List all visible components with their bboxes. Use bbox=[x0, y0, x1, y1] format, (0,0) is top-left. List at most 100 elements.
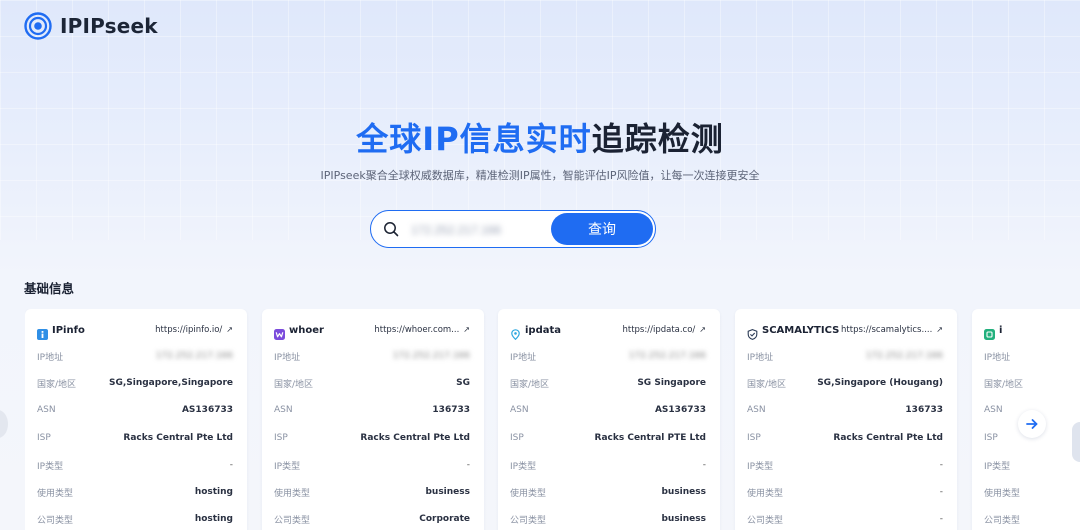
card-external-link[interactable]: https://whoer.com... ↗ bbox=[374, 325, 470, 335]
logo[interactable]: IPIPseek bbox=[24, 12, 158, 40]
hero-title: 全球IP信息实时追踪检测 bbox=[0, 114, 1080, 160]
value-country: SG,Singapore,Singapore bbox=[108, 378, 233, 388]
value-ip-type: - bbox=[229, 460, 233, 470]
label-asn: ASN bbox=[510, 405, 529, 415]
card-ipdata: ipdata https://ipdata.co/↗ IP地址 172.252.2… bbox=[498, 309, 720, 530]
card-external-link[interactable]: https://ipdata.co/↗ bbox=[622, 325, 706, 335]
hero-title-part1: 全球IP信息 bbox=[356, 120, 526, 158]
search-icon bbox=[384, 222, 399, 237]
label-isp: ISP bbox=[747, 433, 761, 443]
arrow-right-icon bbox=[1026, 419, 1038, 429]
hero-title-part3: 追踪检测 bbox=[591, 120, 724, 158]
card-whoer: whoer https://whoer.com... ↗ IP地址 172.252.… bbox=[262, 309, 484, 530]
card-brand-name: whoer bbox=[289, 324, 324, 336]
label-ip-type: IP类型 bbox=[37, 461, 64, 472]
value-asn: 136733 bbox=[432, 405, 470, 415]
external-link-icon: ↗ bbox=[936, 325, 943, 334]
carousel-prev-button[interactable] bbox=[0, 410, 8, 438]
value-country: SG Singapore bbox=[637, 378, 706, 388]
card-brand-name: IPinfo bbox=[52, 324, 85, 336]
logo-mark-icon bbox=[24, 12, 52, 40]
label-ip: IP地址 bbox=[37, 352, 64, 363]
value-company-type: Corporate bbox=[419, 514, 470, 524]
value-asn: AS136733 bbox=[181, 405, 233, 415]
label-company-type: 公司类型 bbox=[984, 515, 1021, 526]
label-country: 国家/地区 bbox=[37, 379, 77, 390]
value-isp: Racks Central Pte Ltd bbox=[360, 433, 470, 443]
card-external-link[interactable]: https://ipinfo.io/↗ bbox=[155, 325, 233, 335]
value-ip-type: - bbox=[702, 460, 706, 470]
label-asn: ASN bbox=[37, 405, 56, 415]
value-ip: 172.252.217.166 bbox=[392, 351, 470, 361]
label-usage-type: 使用类型 bbox=[510, 488, 547, 499]
card-link-text: https://ipinfo.io/ bbox=[155, 325, 223, 335]
hero-title-part2: 实时 bbox=[525, 120, 592, 158]
search-box: 查询 bbox=[370, 210, 656, 248]
card-external-link[interactable]: https://scamalytics.... ↗ bbox=[841, 325, 943, 335]
carousel-next-button[interactable] bbox=[1018, 410, 1046, 438]
label-company-type: 公司类型 bbox=[274, 515, 311, 526]
label-usage-type: 使用类型 bbox=[984, 488, 1021, 499]
scroll-edge-handle bbox=[1072, 422, 1080, 462]
card-brand-name: SCAMALYTICS bbox=[762, 324, 840, 336]
value-ip: 172.252.217.166 bbox=[628, 351, 706, 361]
label-usage-type: 使用类型 bbox=[747, 488, 784, 499]
value-ip: 172.252.217.166 bbox=[865, 351, 943, 361]
value-ip-type: - bbox=[939, 460, 943, 470]
value-asn: 136733 bbox=[905, 405, 943, 415]
label-country: 国家/地区 bbox=[984, 379, 1024, 390]
search-button[interactable]: 查询 bbox=[551, 213, 653, 245]
label-ip-type: IP类型 bbox=[510, 461, 537, 472]
scamalytics-icon bbox=[747, 325, 758, 340]
label-isp: ISP bbox=[274, 433, 288, 443]
value-isp: Racks Central Pte Ltd bbox=[833, 433, 943, 443]
ipapi-icon bbox=[984, 325, 995, 340]
value-ip: 172.252.217.166 bbox=[155, 351, 233, 361]
label-asn: ASN bbox=[747, 405, 766, 415]
label-country: 国家/地区 bbox=[747, 379, 787, 390]
search-input[interactable] bbox=[409, 217, 543, 243]
ipinfo-icon bbox=[37, 325, 48, 340]
value-usage-type: hosting bbox=[194, 487, 233, 497]
label-company-type: 公司类型 bbox=[37, 515, 74, 526]
value-country: SG,Singapore (Hougang) bbox=[817, 378, 943, 388]
value-asn: AS136733 bbox=[654, 405, 706, 415]
logo-text: IPIPseek bbox=[60, 14, 158, 38]
label-asn: ASN bbox=[984, 405, 1003, 415]
card-scamalytics: SCAMALYTICS https://scamalytics.... ↗ IP地… bbox=[735, 309, 957, 530]
card-brand-name: ipdata bbox=[525, 324, 562, 336]
label-isp: ISP bbox=[984, 433, 998, 443]
card-ipinfo: IPinfo https://ipinfo.io/↗ IP地址 172.252.2… bbox=[25, 309, 247, 530]
cards-container: IPinfo https://ipinfo.io/↗ IP地址 172.252.2… bbox=[25, 309, 1080, 530]
label-country: 国家/地区 bbox=[274, 379, 314, 390]
label-company-type: 公司类型 bbox=[747, 515, 784, 526]
card-link-text: https://whoer.com... bbox=[374, 325, 460, 335]
value-isp: Racks Central Pte Ltd bbox=[123, 433, 233, 443]
label-ip-type: IP类型 bbox=[274, 461, 301, 472]
value-usage-type: - bbox=[939, 487, 943, 497]
card-link-text: https://scamalytics.... bbox=[841, 325, 933, 335]
label-ip-type: IP类型 bbox=[984, 461, 1011, 472]
label-usage-type: 使用类型 bbox=[274, 488, 311, 499]
value-company-type: hosting bbox=[194, 514, 233, 524]
label-country: 国家/地区 bbox=[510, 379, 550, 390]
label-ip: IP地址 bbox=[747, 352, 774, 363]
value-company-type: - bbox=[939, 514, 943, 524]
external-link-icon: ↗ bbox=[226, 325, 233, 334]
section-title: 基础信息 bbox=[24, 281, 75, 296]
label-company-type: 公司类型 bbox=[510, 515, 547, 526]
label-ip: IP地址 bbox=[984, 352, 1011, 363]
label-usage-type: 使用类型 bbox=[37, 488, 74, 499]
value-company-type: business bbox=[661, 514, 706, 524]
label-ip: IP地址 bbox=[510, 352, 537, 363]
value-usage-type: business bbox=[425, 487, 470, 497]
ipdata-icon bbox=[510, 325, 521, 340]
value-isp: Racks Central PTE Ltd bbox=[594, 433, 706, 443]
label-isp: ISP bbox=[510, 433, 524, 443]
whoer-icon bbox=[274, 325, 285, 340]
label-isp: ISP bbox=[37, 433, 51, 443]
value-country: SG bbox=[456, 378, 470, 388]
external-link-icon: ↗ bbox=[463, 325, 470, 334]
value-ip-type: - bbox=[466, 460, 470, 470]
label-ip: IP地址 bbox=[274, 352, 301, 363]
